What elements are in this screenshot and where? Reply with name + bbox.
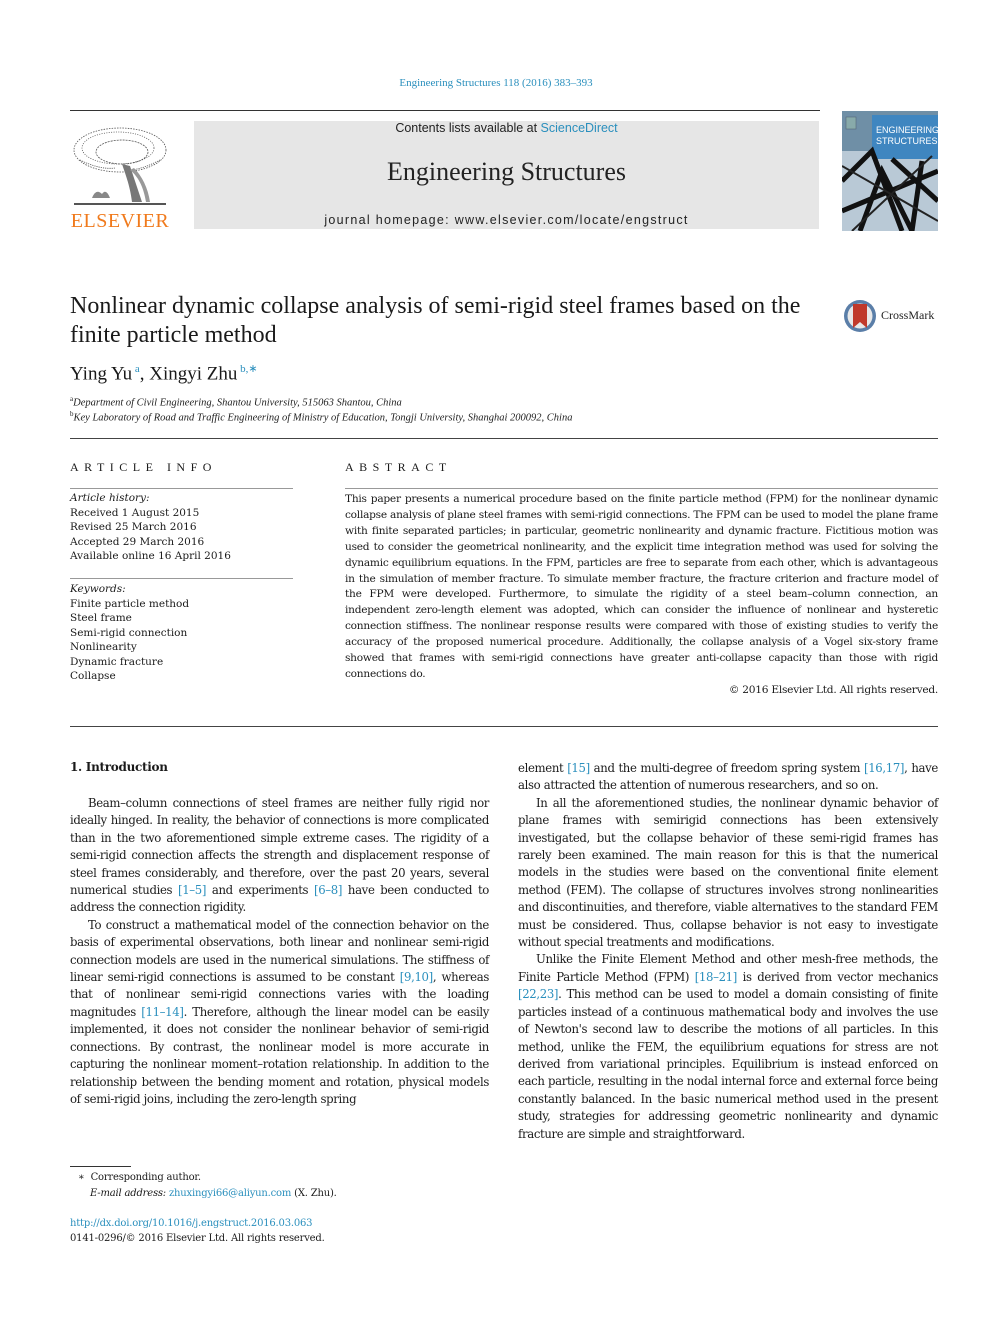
history-item: Revised 25 March 2016 (70, 521, 197, 533)
email-suffix: (X. Zhu). (294, 1188, 337, 1199)
paragraph-text: . This method can be used to model a dom… (518, 987, 938, 1141)
footnotes: ∗ Corresponding author. E-mail address: … (78, 1170, 337, 1202)
abstract-copyright: © 2016 Elsevier Ltd. All rights reserved… (728, 683, 938, 696)
paragraph-text: and experiments (206, 883, 314, 898)
keyword-item: Finite particle method (70, 597, 190, 610)
article-title: Nonlinear dynamic collapse analysis of s… (70, 293, 801, 348)
author-separator: , (139, 363, 150, 385)
article-info-heading: ARTICLE INFO (70, 460, 217, 474)
keyword-item: Collapse (70, 670, 116, 682)
affiliation: bKey Laboratory of Road and Traffic Engi… (70, 410, 572, 424)
email-link[interactable]: zhuxingyi66@aliyun.com (169, 1188, 291, 1199)
body-paragraph: element [15] and the multi-degree of fre… (518, 760, 938, 795)
email-label: E-mail address: (90, 1188, 166, 1199)
citation-link[interactable]: [9,10] (400, 970, 433, 984)
crossmark-label: CrossMark (881, 308, 935, 322)
crossmark-icon (844, 300, 876, 332)
journal-reference-link[interactable]: Engineering Structures 118 (2016) 383–39… (0, 77, 992, 89)
article-history-label: Article history: (70, 492, 150, 504)
elsevier-tree-icon (73, 127, 167, 205)
article-info-divider (70, 488, 293, 489)
abstract-heading: ABSTRACT (345, 460, 452, 474)
abstract-text: This paper presents a numerical procedur… (345, 493, 938, 680)
citation-link[interactable]: [1–5] (178, 883, 206, 897)
author-name[interactable]: Xingyi Zhu (149, 363, 237, 384)
paragraph-text: element (518, 761, 568, 775)
body-paragraph: In all the aforementioned studies, the n… (518, 795, 938, 952)
cover-title-line1: ENGINEERING (876, 125, 938, 135)
crossmark-badge[interactable]: CrossMark (843, 298, 943, 334)
elsevier-wordmark: ELSEVIER (70, 210, 170, 232)
doi-block: http://dx.doi.org/10.1016/j.engstruct.20… (70, 1216, 325, 1246)
corresponding-mark: ∗ (78, 1172, 85, 1183)
journal-title: Engineering Structures (387, 157, 626, 186)
keywords-list: Keywords: Finite particle method Steel f… (70, 582, 189, 684)
journal-masthead: Contents lists available at ScienceDirec… (194, 121, 819, 229)
paragraph-text: In all the aforementioned studies, the n… (518, 795, 938, 950)
contents-line: Contents lists available at ScienceDirec… (194, 121, 819, 135)
cover-title-line2: STRUCTURES (876, 136, 938, 146)
section-heading: 1. Introduction (70, 760, 168, 774)
abstract: This paper presents a numerical procedur… (345, 492, 938, 699)
corresponding-author-note: ∗ Corresponding author. (78, 1170, 337, 1186)
paragraph-text: Beam–column connections of steel frames … (70, 796, 489, 898)
contents-prefix: Contents lists available at (395, 121, 541, 135)
history-item: Received 1 August 2015 (70, 506, 200, 519)
issn-copyright: 0141-0296/© 2016 Elsevier Ltd. All right… (70, 1233, 325, 1244)
journal-homepage-link[interactable]: journal homepage: www.elsevier.com/locat… (194, 213, 819, 227)
citation-link[interactable]: [6–8] (314, 883, 342, 897)
affiliation: aDepartment of Civil Engineering, Shanto… (70, 395, 402, 409)
keyword-item: Semi-rigid connection (70, 626, 188, 639)
history-item: Available online 16 April 2016 (70, 550, 231, 562)
keywords-divider (70, 578, 293, 579)
citation-link[interactable]: [18–21] (695, 970, 738, 984)
keyword-item: Steel frame (70, 612, 132, 624)
paragraph-text: . Therefore, although the linear model c… (70, 1004, 489, 1106)
doi-link[interactable]: http://dx.doi.org/10.1016/j.engstruct.20… (70, 1216, 325, 1231)
email-note: E-mail address: zhuxingyi66@aliyun.com (… (78, 1186, 337, 1202)
body-paragraph: To construct a mathematical model of the… (70, 917, 489, 1108)
keywords-label: Keywords: (70, 583, 126, 595)
abstract-bottom-divider (70, 726, 938, 727)
body-paragraph: Beam–column connections of steel frames … (70, 795, 489, 917)
citation-link[interactable]: [22,23] (518, 987, 558, 1001)
affiliation-text: Key Laboratory of Road and Traffic Engin… (73, 412, 573, 424)
journal-cover-image[interactable]: ENGINEERING STRUCTURES (842, 111, 938, 231)
author-list: Ying Yu a, Xingyi Zhu b,∗ (70, 362, 258, 385)
affiliation-text: Department of Civil Engineering, Shantou… (73, 397, 402, 409)
header-divider (70, 110, 820, 111)
elsevier-logo[interactable]: ELSEVIER (70, 120, 170, 232)
history-item: Accepted 29 March 2016 (70, 535, 205, 548)
body-column-left: Beam–column connections of steel frames … (70, 795, 489, 1108)
body-column-right: element [15] and the multi-degree of fre… (518, 760, 938, 1143)
paragraph-text: and the multi-degree of freedom spring s… (589, 761, 864, 775)
body-paragraph: Unlike the Finite Element Method and oth… (518, 951, 938, 1142)
keyword-item: Nonlinearity (70, 641, 137, 653)
author-affiliation-mark[interactable]: b,∗ (240, 363, 257, 375)
paragraph-text: is derived from vector mechanics (736, 969, 939, 984)
abstract-divider (345, 488, 938, 489)
citation-link[interactable]: [15] (567, 761, 590, 775)
citation-link[interactable]: [11–14] (141, 1005, 184, 1019)
citation-link[interactable]: [16,17] (864, 761, 904, 775)
article-history: Article history: Received 1 August 2015 … (70, 491, 231, 564)
footnote-divider (70, 1166, 131, 1167)
author-name[interactable]: Ying Yu (70, 363, 132, 384)
sciencedirect-link[interactable]: ScienceDirect (541, 121, 618, 135)
corresponding-text: Corresponding author. (90, 1172, 202, 1183)
keyword-item: Dynamic fracture (70, 655, 164, 668)
title-divider (70, 438, 938, 439)
